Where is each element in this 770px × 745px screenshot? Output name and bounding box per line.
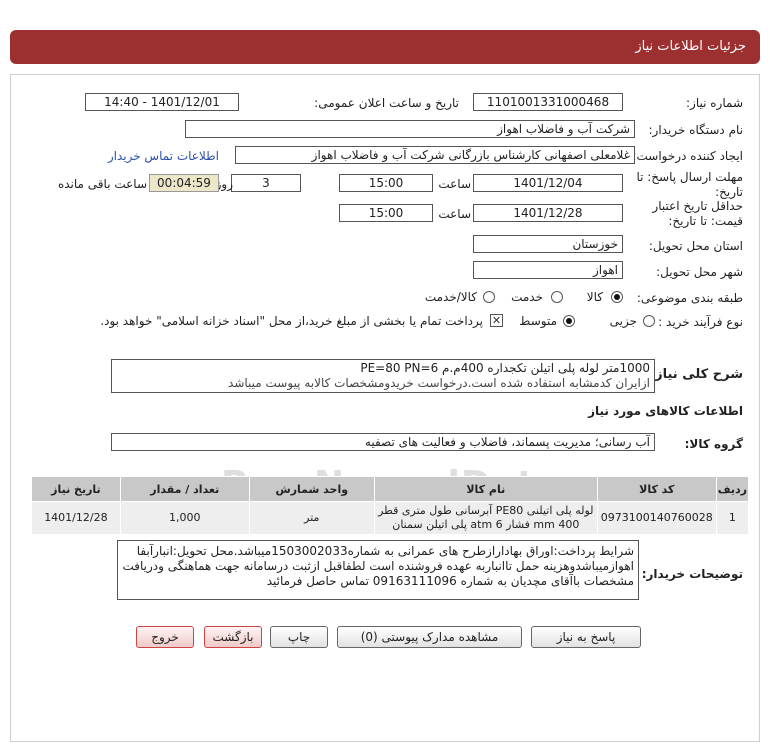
category-radio-goods[interactable]: [611, 291, 623, 303]
buyer-org-field: شرکت آب و فاضلاب اهواز: [185, 120, 635, 138]
deadline-label: مهلت ارسال پاسخ: تا: [636, 170, 743, 184]
need-number-label: شماره نیاز:: [686, 96, 743, 110]
process-option-medium: متوسط: [519, 314, 557, 328]
column-header-code: کد کالا: [596, 476, 717, 502]
page-header: جزئیات اطلاعات نیاز: [10, 30, 760, 64]
need-description-box: 1000متر لوله پلی اتیلن تکجداره 400م.م PE…: [111, 359, 655, 393]
reply-button[interactable]: پاسخ به نیاز: [531, 626, 641, 648]
column-header-unit: واحد شمارش: [248, 476, 375, 502]
payment-note: پرداخت تمام یا بخشی از مبلغ خرید،از محل …: [100, 314, 483, 328]
province-label: استان محل تحویل:: [648, 239, 743, 253]
category-option-goods: کالا: [586, 290, 603, 304]
remaining-time-label: ساعت باقی مانده: [57, 177, 147, 191]
category-radio-goods-service[interactable]: [483, 291, 495, 303]
back-button[interactable]: بازگشت: [204, 626, 262, 648]
column-header-index: ردیف: [715, 476, 750, 502]
deadline-time-label: ساعت: [438, 177, 471, 191]
city-field: اهواز: [473, 261, 623, 279]
need-description-line2: ازایران کدمشابه استفاده شده است.درخواست …: [228, 376, 650, 390]
buyer-org-label: نام دستگاه خریدار:: [648, 123, 744, 137]
requester-field: غلامعلی اصفهانی کارشناس بازرگانی شرکت آب…: [235, 146, 635, 164]
announce-label: تاریخ و ساعت اعلان عمومی:: [314, 96, 459, 110]
validity-label-date: قیمت: تا تاریخ:: [668, 214, 743, 228]
announce-datetime-field: 1401/12/01 - 14:40: [85, 93, 239, 111]
process-radio-minor[interactable]: [643, 315, 655, 327]
remaining-days-field: 3: [231, 174, 301, 192]
deadline-time-field: 15:00: [339, 174, 433, 192]
category-radio-service[interactable]: [551, 291, 563, 303]
column-header-qty: تعداد / مقدار: [119, 476, 250, 502]
deadline-date-field: 1401/12/04: [473, 174, 623, 192]
goods-group-label: گروه کالا:: [684, 437, 743, 451]
process-option-minor: جزیی: [609, 314, 637, 328]
column-header-date: تاریخ نیاز: [31, 476, 121, 502]
need-description-line1: 1000متر لوله پلی اتیلن تکجداره 400م.م PE…: [360, 361, 650, 375]
cell-name: لوله پلی اتیلنی PE80 آبرسانی طول متری قط…: [373, 501, 598, 535]
cell-index: 1: [715, 501, 750, 535]
buyer-notes-label: توضیحات خریدار:: [641, 567, 743, 581]
cell-qty: 1,000: [119, 501, 250, 535]
cell-unit: متر: [248, 501, 375, 535]
category-label: طبقه بندی موضوعی:: [636, 291, 743, 305]
treasury-checkbox[interactable]: ✕: [490, 314, 503, 327]
remaining-time-field: 00:04:59: [149, 174, 219, 192]
province-field: خوزستان: [473, 235, 623, 253]
category-option-service: خدمت: [511, 290, 543, 304]
process-radio-medium[interactable]: [563, 315, 575, 327]
validity-time-field: 15:00: [339, 204, 433, 222]
buyer-notes-box: شرایط پرداخت:اوراق بهادارازطرح های عمران…: [117, 540, 639, 600]
city-label: شهر محل تحویل:: [656, 265, 743, 279]
page-title: جزئیات اطلاعات نیاز: [635, 39, 746, 54]
validity-time-label: ساعت: [438, 207, 471, 221]
need-number-field: 1101001331000468: [473, 93, 623, 111]
exit-button[interactable]: خروج: [136, 626, 194, 648]
need-description-label: شرح کلی نیاز:: [649, 367, 743, 382]
column-header-name: نام کالا: [373, 476, 598, 502]
goods-section-title: اطلاعات کالاهای مورد نیاز: [588, 404, 743, 418]
goods-table: ردیف کد کالا نام کالا واحد شمارش تعداد /…: [31, 476, 750, 535]
cell-date: 1401/12/28: [31, 501, 121, 535]
validity-label: حداقل تاریخ اعتبار: [652, 199, 743, 213]
goods-table-header: ردیف کد کالا نام کالا واحد شمارش تعداد /…: [31, 476, 750, 502]
cell-code: 0973100140760028: [596, 501, 717, 535]
goods-group-field: آب رسانی؛ مدیریت پسماند، فاضلاب و فعالیت…: [111, 433, 655, 451]
process-label: نوع فرآیند خرید :: [658, 315, 743, 329]
category-option-goods-service: کالا/خدمت: [424, 290, 477, 304]
deadline-label-date: تاریخ:: [715, 185, 743, 199]
table-row[interactable]: 1 0973100140760028 لوله پلی اتیلنی PE80 …: [31, 501, 750, 535]
print-button[interactable]: چاپ: [270, 626, 328, 648]
requester-label: ایجاد کننده درخواست:: [632, 149, 743, 163]
buyer-contact-link[interactable]: اطلاعات تماس خریدار: [108, 149, 219, 163]
attachments-button[interactable]: مشاهده مدارک پیوستی (0): [337, 626, 522, 648]
validity-date-field: 1401/12/28: [473, 204, 623, 222]
